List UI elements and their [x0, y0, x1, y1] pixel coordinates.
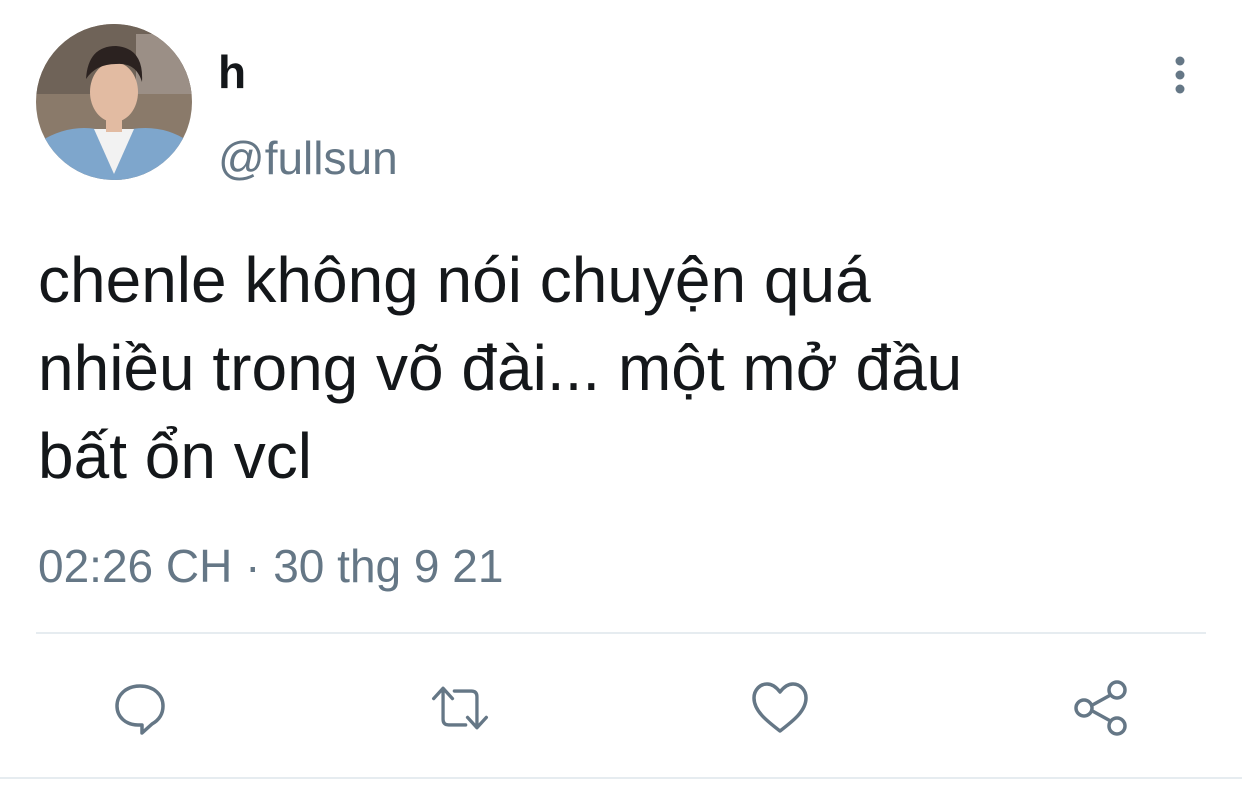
vertical-ellipsis-icon [1175, 56, 1185, 94]
comment-icon [115, 684, 165, 735]
share-button[interactable] [1070, 676, 1134, 740]
tweet-text: chenle không nói chuyện quá nhiều trong … [38, 244, 963, 492]
display-name[interactable]: h [218, 44, 246, 100]
avatar[interactable] [36, 24, 192, 180]
like-button[interactable] [748, 676, 812, 740]
user-handle[interactable]: @fullsun [218, 130, 398, 186]
divider [36, 632, 1206, 634]
avatar-photo [36, 24, 192, 180]
heart-icon [752, 682, 808, 733]
retweet-button[interactable] [428, 676, 492, 740]
reply-button[interactable] [108, 676, 172, 740]
share-icon [1074, 680, 1127, 736]
retweet-icon [432, 686, 488, 730]
tweet-timestamp[interactable]: 02:26 CH · 30 thg 9 21 [38, 538, 503, 594]
more-options-button[interactable] [1160, 52, 1200, 98]
divider [0, 777, 1242, 779]
